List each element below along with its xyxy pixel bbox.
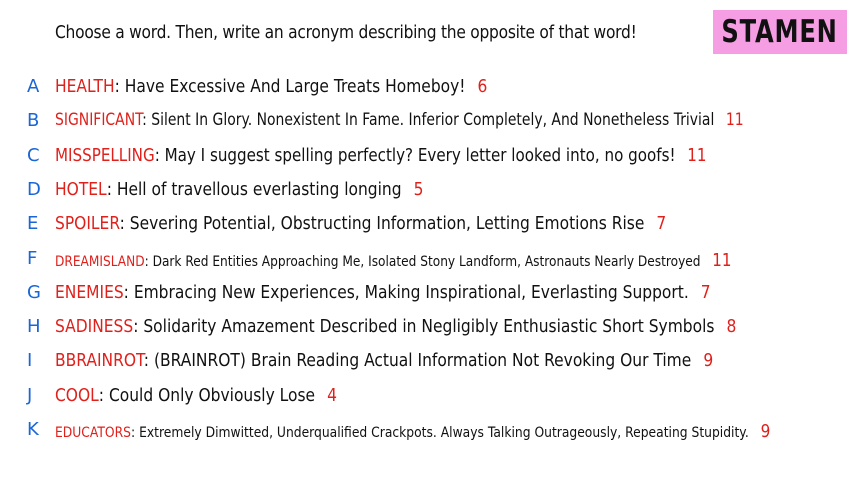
item-letter: J — [27, 385, 33, 406]
item-acronym: Could Only Obviously Lose — [108, 385, 316, 406]
list-item-j: J COOL: Could Only Obviously Lose 4 — [0, 385, 853, 409]
item-letter: I — [27, 350, 33, 371]
item-count: 9 — [760, 421, 771, 442]
item-content: BBRAINROT: (BRAINROT) Brain Reading Actu… — [55, 350, 714, 371]
item-acronym: May I suggest spelling perfectly? Every … — [164, 145, 676, 166]
item-word: SPOILER — [55, 213, 120, 234]
item-acronym: Dark Red Entities Approaching Me, Isolat… — [152, 254, 701, 270]
item-letter: F — [27, 248, 38, 269]
item-content: MISSPELLING: May I suggest spelling perf… — [55, 145, 707, 166]
item-count: 11 — [712, 250, 732, 271]
item-letter: A — [27, 76, 40, 97]
item-word: ENEMIES — [55, 282, 124, 303]
item-content: COOL: Could Only Obviously Lose 4 — [55, 385, 337, 406]
item-count: 4 — [327, 385, 337, 406]
item-count: 6 — [477, 76, 488, 97]
list-item-g: G ENEMIES: Embracing New Experiences, Ma… — [0, 282, 853, 306]
item-word: HOTEL — [55, 179, 107, 200]
item-acronym: Severing Potential, Obstructing Informat… — [129, 213, 645, 234]
list-item-e: E SPOILER: Severing Potential, Obstructi… — [0, 213, 853, 237]
list-item-b: B SIGNIFICANT: Silent In Glory. Nonexist… — [0, 110, 853, 134]
item-content: EDUCATORS: Extremely Dimwitted, Underqua… — [55, 421, 771, 442]
item-letter: H — [27, 316, 41, 337]
item-count: 11 — [687, 145, 707, 166]
item-content: SADINESS: Solidarity Amazement Described… — [55, 316, 737, 337]
item-count: 7 — [700, 282, 711, 303]
item-word: COOL — [55, 385, 99, 406]
item-letter: D — [27, 179, 41, 200]
item-acronym: (BRAINROT) Brain Reading Actual Informat… — [153, 350, 692, 371]
item-acronym: Extremely Dimwitted, Underqualified Crac… — [139, 425, 749, 441]
list-item-a: A HEALTH: Have Excessive And Large Treat… — [0, 76, 853, 100]
item-content: SPOILER: Severing Potential, Obstructing… — [55, 213, 667, 234]
item-content: ENEMIES: Embracing New Experiences, Maki… — [55, 282, 711, 303]
item-word: DREAMISLAND — [55, 254, 145, 270]
item-content: HEALTH: Have Excessive And Large Treats … — [55, 76, 488, 97]
item-acronym: Have Excessive And Large Treats Homeboy! — [124, 76, 466, 97]
item-letter: C — [27, 145, 40, 166]
item-acronym: Silent In Glory. Nonexistent In Fame. In… — [151, 110, 715, 130]
item-letter: K — [27, 419, 39, 440]
item-content: HOTEL: Hell of travellous everlasting lo… — [55, 179, 424, 200]
stamen-logo: STAMEN — [713, 10, 847, 54]
list-item-c: C MISSPELLING: May I suggest spelling pe… — [0, 145, 853, 169]
list-item-k: K EDUCATORS: Extremely Dimwitted, Underq… — [0, 419, 853, 443]
item-word: SIGNIFICANT — [55, 110, 143, 130]
list-item-i: I BBRAINROT: (BRAINROT) Brain Reading Ac… — [0, 350, 853, 374]
item-count: 11 — [725, 110, 744, 130]
item-word: SADINESS — [55, 316, 134, 337]
item-word: HEALTH — [55, 76, 115, 97]
list-item-f: F DREAMISLAND: Dark Red Entities Approac… — [0, 248, 853, 272]
item-content: SIGNIFICANT: Silent In Glory. Nonexisten… — [55, 110, 744, 130]
item-count: 8 — [726, 316, 737, 337]
item-acronym: Embracing New Experiences, Making Inspir… — [133, 282, 689, 303]
list-item-h: H SADINESS: Solidarity Amazement Describ… — [0, 316, 853, 340]
prompt-text: Choose a word. Then, write an acronym de… — [55, 22, 637, 43]
logo-text: STAMEN — [721, 14, 839, 50]
item-content: DREAMISLAND: Dark Red Entities Approachi… — [55, 250, 732, 271]
item-letter: G — [27, 282, 41, 303]
item-acronym: Hell of travellous everlasting longing — [116, 179, 402, 200]
item-count: 9 — [703, 350, 714, 371]
item-letter: B — [27, 110, 40, 131]
item-count: 7 — [656, 213, 667, 234]
item-word: MISSPELLING — [55, 145, 155, 166]
item-word: BBRAINROT — [55, 350, 144, 371]
list-item-d: D HOTEL: Hell of travellous everlasting … — [0, 179, 853, 203]
item-acronym: Solidarity Amazement Described in Neglig… — [143, 316, 715, 337]
item-word: EDUCATORS — [55, 425, 132, 441]
item-letter: E — [27, 213, 39, 234]
item-count: 5 — [413, 179, 424, 200]
